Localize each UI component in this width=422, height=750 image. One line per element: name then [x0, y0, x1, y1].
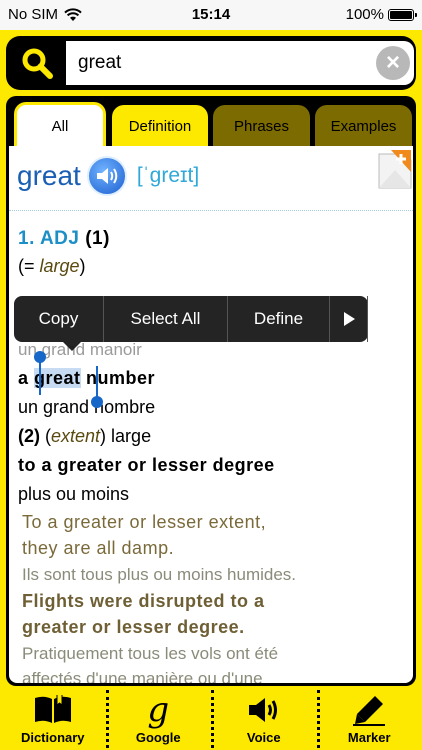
example-2-line-1: Flights were disrupted to a — [22, 591, 265, 611]
eq-word: large — [39, 256, 80, 276]
selection-end-handle[interactable] — [91, 366, 103, 408]
tab-phrases[interactable]: Phrases — [213, 105, 310, 147]
search-bar: × — [6, 36, 416, 90]
sense-pos: ADJ — [39, 228, 80, 249]
menu-define[interactable]: Define — [228, 296, 330, 342]
menu-copy[interactable]: Copy — [14, 296, 104, 342]
toolbar-marker-label: Marker — [347, 730, 391, 745]
headword: great — [17, 160, 81, 191]
tab-definition-label: Definition — [128, 117, 192, 135]
tab-all[interactable]: All — [14, 102, 106, 148]
tab-examples[interactable]: Examples — [315, 105, 412, 147]
sense2-number: (2) — [18, 426, 40, 446]
sense-sub-number: (1) — [85, 228, 110, 249]
tab-all-label: All — [51, 118, 69, 135]
divider — [9, 210, 413, 211]
menu-copy-label: Copy — [38, 309, 79, 328]
phrase1-pre: a — [18, 368, 35, 388]
text-context-menu: Copy Select All Define — [14, 296, 368, 351]
example-1-line-1: To a greater or lesser extent, — [22, 512, 267, 532]
translation-2: plus ou moins — [18, 484, 130, 504]
book-icon — [33, 693, 73, 727]
pronunciation-button[interactable] — [86, 156, 127, 196]
speaker-icon — [247, 693, 281, 727]
play-right-icon — [343, 312, 355, 326]
menu-define-label: Define — [253, 309, 304, 328]
sense2-italic: extent — [51, 426, 101, 446]
example-1-line-2: they are all damp. — [22, 538, 175, 558]
menu-select-all[interactable]: Select All — [104, 296, 228, 342]
close-circle-icon: × — [385, 49, 400, 76]
eq-close: ) — [79, 256, 86, 276]
bottom-toolbar: Dictionary g Google Voice Marker — [0, 688, 422, 750]
phonetic: [ˈɡreɪt] — [136, 164, 200, 187]
toolbar-voice-button[interactable]: Voice — [211, 688, 317, 750]
phrase1-post: number — [80, 368, 156, 388]
example-1-translation: Ils sont tous plus ou moins humides. — [22, 565, 297, 584]
phrase-2: to a greater or lesser degree — [18, 455, 275, 475]
eq-open: (= — [18, 256, 40, 276]
sense2-word: large — [106, 426, 152, 446]
toolbar-dictionary-label: Dictionary — [20, 730, 85, 745]
toolbar-dictionary-button[interactable]: Dictionary — [0, 688, 106, 750]
status-bar: No SIM 15:14 100% — [0, 0, 422, 30]
search-icon[interactable] — [20, 46, 54, 80]
example-2-translation-2: affectés d'une manière ou d'une — [22, 669, 263, 683]
clear-search-button[interactable]: × — [376, 46, 410, 80]
selection-start-handle[interactable] — [34, 351, 46, 395]
battery-percent: 100% — [345, 6, 384, 23]
toolbar-google-label: Google — [135, 730, 181, 745]
battery-icon — [388, 8, 417, 21]
marker-icon — [351, 693, 387, 727]
menu-select-all-label: Select All — [130, 309, 201, 328]
sense-heading: 1. ADJ (1) — [18, 228, 110, 250]
battery-indicator: 100% — [345, 6, 417, 23]
speaker-icon — [96, 168, 118, 184]
example-2-line-2: greater or lesser degree. — [22, 617, 245, 637]
sense-2: (2) (extent) large — [18, 426, 151, 447]
result-panel: All Definition Phrases Examples great [ˈ… — [6, 96, 416, 686]
search-field[interactable]: × — [66, 41, 414, 85]
google-g-icon: g — [147, 690, 170, 730]
sense-number: 1. — [18, 228, 35, 249]
search-input[interactable] — [78, 52, 368, 74]
menu-more-button[interactable] — [330, 296, 368, 342]
headword-row: great [ˈɡreɪt] — [17, 156, 199, 196]
toolbar-marker-button[interactable]: Marker — [316, 688, 422, 750]
toolbar-voice-label: Voice — [246, 730, 281, 745]
tab-definition[interactable]: Definition — [112, 105, 208, 147]
tab-phrases-label: Phrases — [233, 117, 290, 135]
equivalent-line: (= large) — [18, 256, 86, 277]
tab-bar: All Definition Phrases Examples — [6, 96, 416, 148]
example-2-translation-1: Pratiquement tous les vols ont été — [22, 644, 279, 663]
toolbar-google-button[interactable]: g Google — [105, 688, 212, 750]
tab-examples-label: Examples — [330, 117, 397, 135]
menu-pointer — [63, 342, 81, 351]
translation-1: un grand nombre — [18, 397, 156, 417]
sense2-open: ( — [40, 426, 51, 446]
entry-content: great [ˈɡreɪt] 1. ADJ (1) (= large) un g… — [9, 146, 413, 683]
add-note-icon[interactable] — [375, 148, 413, 192]
